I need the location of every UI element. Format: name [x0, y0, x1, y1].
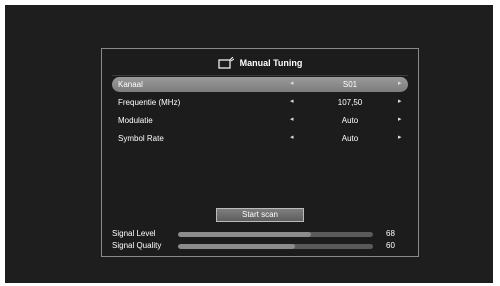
manual-tuning-dialog: Manual Tuning Kanaal ◂ S01 ▸ Frequentie …: [101, 48, 419, 257]
row-symbol-rate[interactable]: Symbol Rate ◂ Auto ▸: [112, 131, 408, 146]
arrow-right-icon[interactable]: ▸: [398, 115, 402, 123]
row-label: Frequentie (MHz): [118, 98, 181, 107]
row-label: Symbol Rate: [118, 134, 164, 143]
arrow-left-icon[interactable]: ◂: [290, 133, 294, 141]
arrow-left-icon[interactable]: ◂: [290, 79, 294, 87]
signal-quality-fill: [178, 244, 295, 249]
row-label: Modulatie: [118, 116, 153, 125]
tv-antenna-icon: [217, 57, 234, 69]
arrow-left-icon[interactable]: ◂: [290, 115, 294, 123]
arrow-right-icon[interactable]: ▸: [398, 133, 402, 141]
arrow-right-icon[interactable]: ▸: [398, 79, 402, 87]
row-value: Auto: [341, 116, 359, 125]
dialog-title: Manual Tuning: [102, 55, 418, 71]
signal-level-bar: [178, 232, 373, 237]
signal-quality-value: 60: [386, 241, 395, 250]
row-value: S01: [342, 80, 358, 89]
row-value: 107,50: [337, 98, 363, 107]
row-kanaal[interactable]: Kanaal ◂ S01 ▸: [112, 77, 408, 92]
signal-level-fill: [178, 232, 311, 237]
row-value: Auto: [341, 134, 359, 143]
signal-quality-bar: [178, 244, 373, 249]
arrow-right-icon[interactable]: ▸: [398, 97, 402, 105]
arrow-left-icon[interactable]: ◂: [290, 97, 294, 105]
start-scan-button[interactable]: Start scan: [216, 208, 304, 222]
title-divider: [112, 75, 408, 76]
row-frequentie[interactable]: Frequentie (MHz) ◂ 107,50 ▸: [112, 95, 408, 110]
signal-level-value: 68: [386, 229, 395, 238]
signal-level-label: Signal Level: [112, 229, 156, 238]
row-modulatie[interactable]: Modulatie ◂ Auto ▸: [112, 113, 408, 128]
row-label: Kanaal: [118, 80, 143, 89]
dialog-title-text: Manual Tuning: [239, 58, 303, 68]
tv-screen: Manual Tuning Kanaal ◂ S01 ▸ Frequentie …: [5, 5, 493, 283]
signal-quality-label: Signal Quality: [112, 241, 162, 250]
